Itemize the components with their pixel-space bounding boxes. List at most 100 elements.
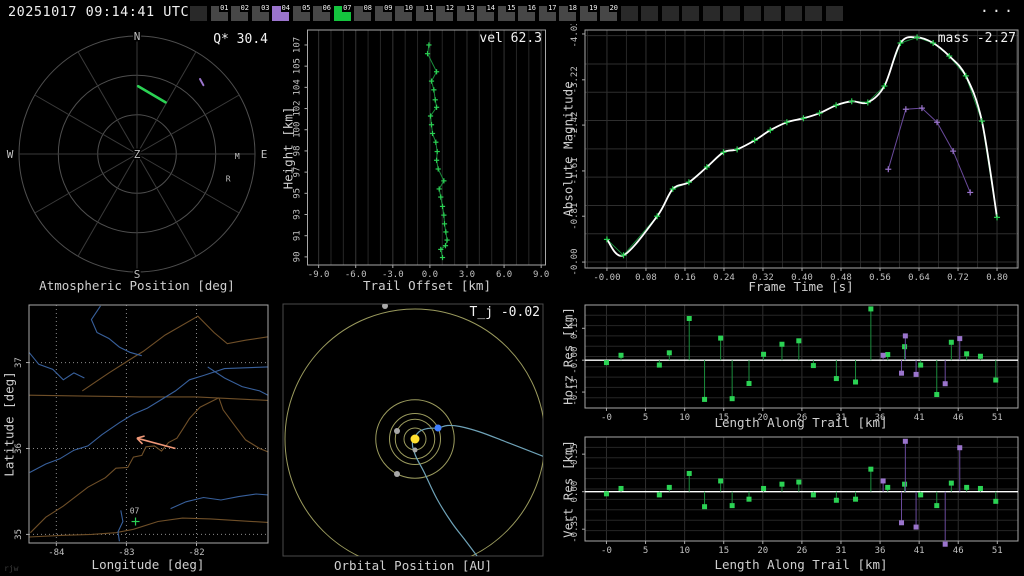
sky-marker-R: R xyxy=(226,174,231,183)
svg-text:107: 107 xyxy=(293,37,303,53)
frame-number: 10 xyxy=(403,4,414,12)
svg-text:07: 07 xyxy=(130,507,140,516)
river xyxy=(29,351,85,381)
frame-box-04[interactable]: 04 xyxy=(272,4,291,21)
map-features xyxy=(29,305,268,542)
frame-box-18[interactable]: 18 xyxy=(559,4,578,21)
frame-box-10[interactable]: 10 xyxy=(395,4,414,21)
svg-text:46: 46 xyxy=(953,546,964,556)
frame-box-blank[interactable] xyxy=(805,6,822,21)
frame-box-06[interactable]: 06 xyxy=(313,4,332,21)
velocity-readout: vel 62.3 xyxy=(479,31,542,46)
meteor-trail-purple xyxy=(199,78,205,87)
lightcurve-secondary xyxy=(885,105,974,196)
frame-number: 02 xyxy=(239,4,250,12)
frame-box-blank[interactable] xyxy=(682,6,699,21)
absolute-magnitude-axis-label: Absolute Magnitude xyxy=(560,81,576,217)
svg-text:93: 93 xyxy=(293,209,303,220)
timeline-bar: 20251017 09:14:41 UTC 01 02 03 04 05 06 07 08 09… xyxy=(0,0,1024,24)
frame-box-blank[interactable] xyxy=(764,6,781,21)
frame-box-17[interactable]: 17 xyxy=(538,4,558,21)
frame-box-15[interactable]: 15 xyxy=(497,4,517,21)
horizontal-residuals-panel: -0 5 10 15 20 26 31 36 41 46 51 0.13 -0.00 -0.13 Horz… xyxy=(560,294,1024,430)
frame-number: 18 xyxy=(567,4,578,12)
grid xyxy=(585,437,1018,541)
frame-number: 19 xyxy=(588,4,599,12)
trail-series xyxy=(424,42,450,261)
sky-marker-M: M xyxy=(235,152,240,161)
svg-text:E: E xyxy=(261,148,268,161)
frame-number: 13 xyxy=(465,4,476,12)
frame-box-07[interactable]: 07 xyxy=(333,4,353,21)
state-border xyxy=(218,397,268,453)
svg-text:0.24: 0.24 xyxy=(713,273,735,283)
frame-box-blank[interactable] xyxy=(661,6,679,21)
frame-box-11[interactable]: 11 xyxy=(415,4,435,21)
overflow-menu-button[interactable]: ··· xyxy=(980,2,1016,20)
svg-text:36: 36 xyxy=(875,546,886,556)
svg-text:-9.0: -9.0 xyxy=(308,270,330,280)
frame-box-14[interactable]: 14 xyxy=(477,4,496,21)
svg-text:95: 95 xyxy=(293,188,303,199)
frame-number: 15 xyxy=(506,4,517,12)
frame-box-13[interactable]: 13 xyxy=(456,4,476,21)
frame-box-09[interactable]: 09 xyxy=(374,4,394,21)
svg-text:15: 15 xyxy=(718,546,729,556)
svg-text:31: 31 xyxy=(836,546,847,556)
svg-text:51: 51 xyxy=(992,413,1003,423)
river xyxy=(90,305,142,357)
frame-box-blank[interactable] xyxy=(784,6,802,21)
frame-time-axis-label: Frame Time [s] xyxy=(748,279,854,294)
lightcurve-plot-svg: -0.00 0.08 0.16 0.24 0.32 0.40 0.48 0.56 0.64 0.7… xyxy=(570,24,1019,283)
atmospheric-plot-svg: NSW EZ MR xyxy=(5,29,269,283)
vert-residual-green xyxy=(603,466,999,510)
frame-box-01[interactable]: 01 xyxy=(210,4,230,21)
frame-box-blank[interactable] xyxy=(702,6,720,21)
frame-number: 07 xyxy=(342,4,353,12)
trail-plot-svg: -9.0 -6.0 -3.0 0.0 3.0 6.0 9.01071051041021009… xyxy=(293,29,549,280)
lightcurve-panel: -0.00 0.08 0.16 0.24 0.32 0.40 0.48 0.56 0.64 0.7… xyxy=(560,24,1024,294)
frame-number: 01 xyxy=(219,4,230,12)
frame-box-08[interactable]: 08 xyxy=(354,4,373,21)
frame-box-19[interactable]: 19 xyxy=(579,4,599,21)
frame-box-blank[interactable] xyxy=(620,6,638,21)
frame-box-02[interactable]: 02 xyxy=(231,4,250,21)
comet-trajectory xyxy=(411,424,543,556)
svg-text:9.0: 9.0 xyxy=(533,270,549,280)
svg-text:-0.00: -0.00 xyxy=(593,273,620,283)
atmospheric-caption: Atmospheric Position [deg] xyxy=(39,278,235,293)
frame-box-16[interactable]: 16 xyxy=(518,4,537,21)
frame-box-20[interactable]: 20 xyxy=(600,4,619,21)
frame-box-blank[interactable] xyxy=(825,6,843,21)
horz-res-axis-label: Horz Res [km] xyxy=(560,307,576,405)
frame-box-05[interactable]: 05 xyxy=(292,4,312,21)
station-marker: 07 xyxy=(130,507,140,526)
body-mars xyxy=(394,471,400,477)
orbit-plot-svg xyxy=(282,303,544,557)
frame-number: 17 xyxy=(547,4,558,12)
svg-text:51: 51 xyxy=(992,546,1003,556)
svg-text:91: 91 xyxy=(293,230,303,241)
frame-box-12[interactable]: 12 xyxy=(436,4,455,21)
frame-number: 09 xyxy=(383,4,394,12)
frame-box-blank[interactable] xyxy=(743,6,761,21)
river xyxy=(170,493,268,510)
frame-number: 08 xyxy=(362,4,373,12)
body-earth xyxy=(434,424,442,432)
frame-number: 05 xyxy=(301,4,312,12)
frame-number: 16 xyxy=(526,4,537,12)
frame-box-03[interactable]: 03 xyxy=(251,4,271,21)
grid xyxy=(585,305,1018,408)
frame-box-blank[interactable] xyxy=(190,6,207,21)
latitude-axis-label: Latitude [deg] xyxy=(1,371,17,477)
frame-number: 12 xyxy=(444,4,455,12)
svg-text:46: 46 xyxy=(953,413,964,423)
svg-text:0.80: 0.80 xyxy=(986,273,1008,283)
frame-box-blank[interactable] xyxy=(641,6,658,21)
svg-text:0.16: 0.16 xyxy=(674,273,696,283)
mass-readout: mass -2.27 xyxy=(937,31,1016,46)
frame-box-blank[interactable] xyxy=(723,6,740,21)
orbit-content xyxy=(284,304,543,556)
body-mercury xyxy=(412,447,418,453)
svg-text:-0: -0 xyxy=(601,546,612,556)
